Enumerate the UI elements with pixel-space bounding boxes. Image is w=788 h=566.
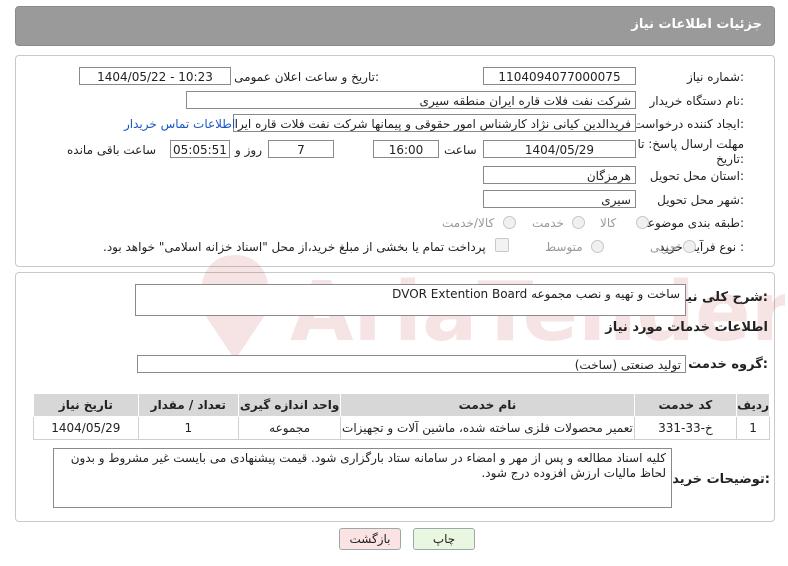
cell-quantity: 1 <box>137 416 239 440</box>
category-option-goods-service: کالا/خدمت <box>442 216 495 230</box>
need-number-field: 1104094077000075 <box>483 67 636 85</box>
need-number-label: شماره نیاز: <box>686 70 744 84</box>
page-title: جزئیات اطلاعات نیاز <box>631 17 762 32</box>
service-group-field: تولید صنعتی (ساخت) <box>137 355 686 373</box>
category-radio-goods[interactable] <box>636 216 649 229</box>
services-section-title: اطلاعات خدمات مورد نیاز <box>605 320 768 335</box>
city-label: شهر محل تحویل: <box>657 193 744 207</box>
col-service-code: کد خدمت <box>633 393 738 417</box>
city-field: سیری <box>483 190 636 208</box>
deadline-time-label: ساعت <box>444 143 477 157</box>
province-field: هرمزگان <box>483 166 636 184</box>
description-field[interactable]: ساخت و تهیه و نصب مجموعه DVOR Extention … <box>135 284 686 316</box>
buyer-contact-link[interactable]: اطلاعات تماس خریدار <box>124 117 235 131</box>
province-label: استان محل تحویل: <box>649 169 744 183</box>
buyer-notes-field[interactable]: کلیه اسناد مطالعه و پس از مهر و امضاء در… <box>53 448 672 508</box>
category-label: طبقه بندی موضوعی: <box>637 216 744 230</box>
purchase-option-medium: متوسط <box>545 240 583 254</box>
page-header: جزئیات اطلاعات نیاز <box>15 6 775 46</box>
deadline-label-line1: مهلت ارسال پاسخ: تا <box>637 137 744 151</box>
services-table-header: ردیف کد خدمت نام خدمت واحد اندازه گیری ت… <box>33 393 770 417</box>
treasury-payment-note: پرداخت تمام یا بخشی از مبلغ خرید،از محل … <box>103 240 486 254</box>
deadline-days-label: روز و <box>235 143 262 157</box>
service-group-label: گروه خدمت: <box>688 357 768 372</box>
col-need-date: تاریخ نیاز <box>33 393 139 417</box>
buyer-org-field: شرکت نفت فلات قاره ایران منطقه سیری <box>186 91 636 109</box>
col-quantity: تعداد / مقدار <box>137 393 239 417</box>
buyer-org-label: نام دستگاه خریدار: <box>649 94 745 108</box>
col-service-name: نام خدمت <box>340 393 635 417</box>
category-option-goods: کالا <box>600 216 617 230</box>
col-row: ردیف <box>736 393 770 417</box>
deadline-date-field: 1404/05/29 <box>483 140 636 158</box>
buyer-notes-label: توضیحات خریدار: <box>660 472 770 487</box>
remaining-time-label: ساعت باقی مانده <box>67 143 157 157</box>
remaining-time-field: 05:05:51 <box>170 140 230 158</box>
purchase-option-minor: جزیی <box>650 240 678 254</box>
category-option-service: خدمت <box>532 216 564 230</box>
purchase-radio-medium[interactable] <box>591 240 604 253</box>
cell-row: 1 <box>736 416 770 440</box>
cell-service-code: خ-33-331 <box>633 416 738 440</box>
deadline-label: مهلت ارسال پاسخ: تا تاریخ: <box>637 137 744 167</box>
deadline-label-line2: تاریخ: <box>716 152 744 166</box>
announce-datetime-field: 1404/05/22 - 10:23 <box>79 67 231 85</box>
deadline-time-field: 16:00 <box>373 140 439 158</box>
deadline-days-field: 7 <box>268 140 334 158</box>
requester-field: فریدالدین کیانی نژاد کارشناس امور حقوقی … <box>233 114 636 132</box>
cell-need-date: 1404/05/29 <box>33 416 139 440</box>
col-unit: واحد اندازه گیری <box>237 393 342 417</box>
category-radio-service[interactable] <box>572 216 585 229</box>
cell-unit: مجموعه <box>237 416 342 440</box>
treasury-payment-checkbox[interactable] <box>495 238 509 252</box>
cell-service-name: تعمیر محصولات فلزی ساخته شده، ماشین آلات… <box>340 416 635 440</box>
table-row: 1 خ-33-331 تعمیر محصولات فلزی ساخته شده،… <box>33 416 770 440</box>
services-table: ردیف کد خدمت نام خدمت واحد اندازه گیری ت… <box>33 393 770 440</box>
description-label: شرح کلی نیاز: <box>674 290 768 305</box>
print-button[interactable]: چاپ <box>413 528 475 550</box>
purchase-radio-minor[interactable] <box>683 240 696 253</box>
announce-datetime-label: تاریخ و ساعت اعلان عمومی: <box>234 70 379 84</box>
back-button[interactable]: بازگشت <box>339 528 401 550</box>
requester-label: ایجاد کننده درخواست: <box>633 117 744 131</box>
category-radio-goods-service[interactable] <box>503 216 516 229</box>
